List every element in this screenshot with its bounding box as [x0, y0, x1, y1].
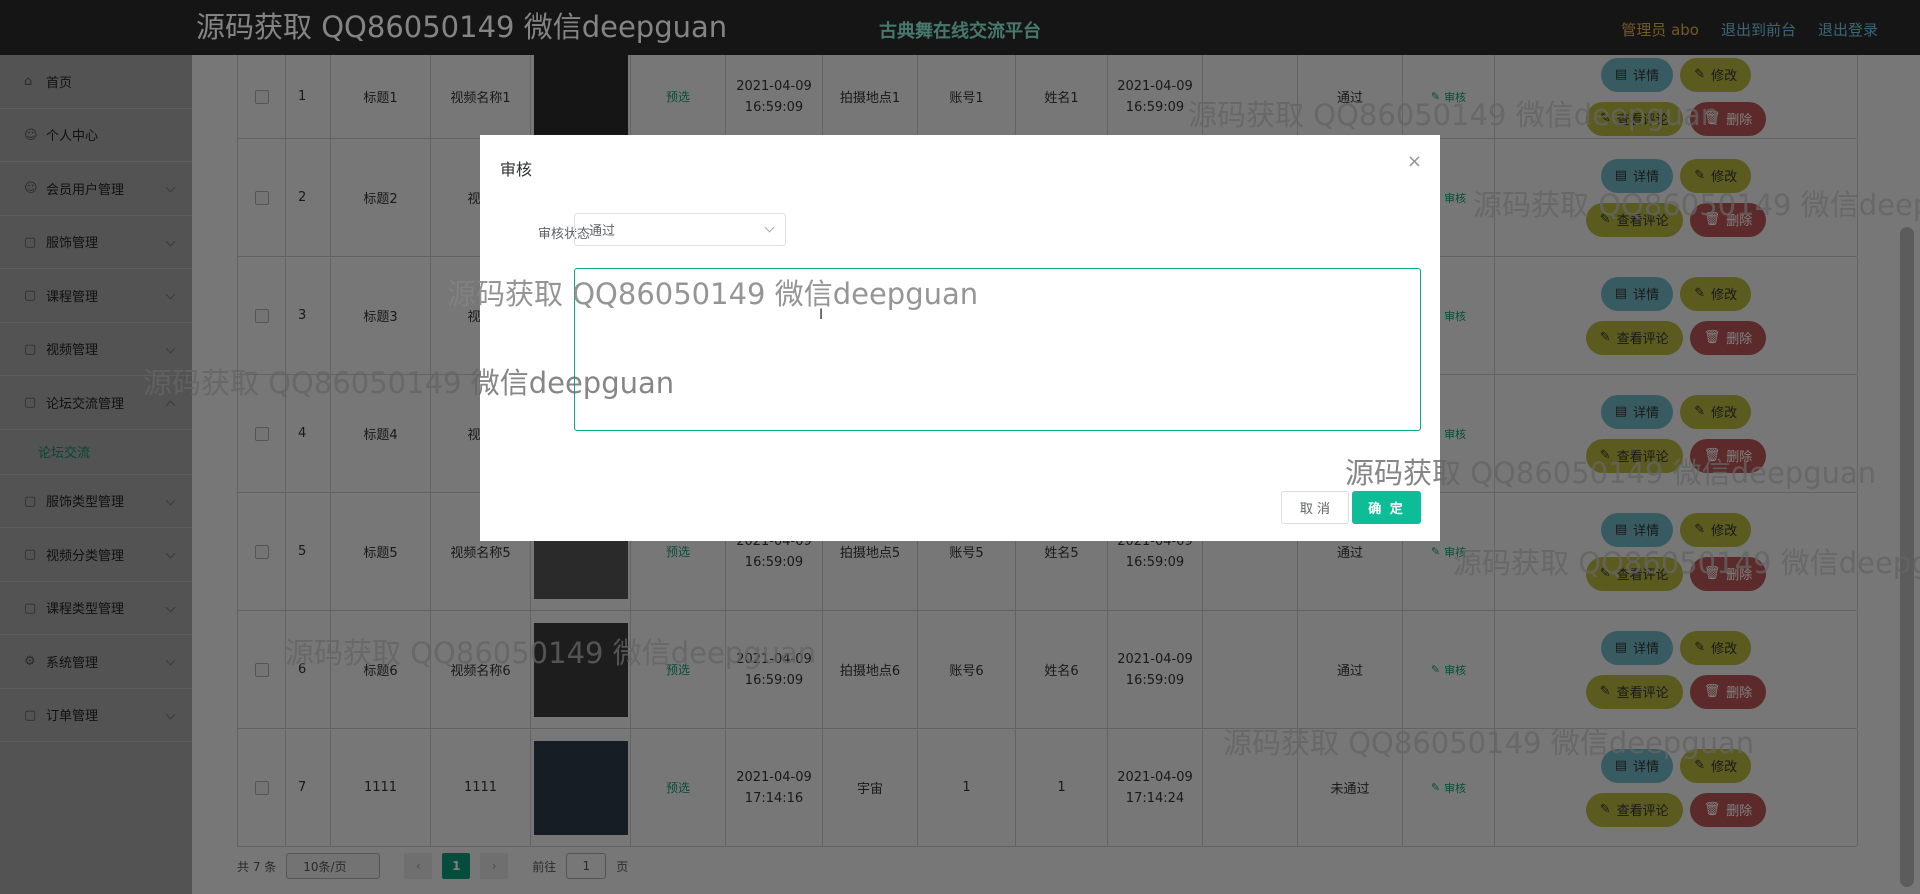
audit-status-select[interactable]: 通过	[574, 213, 786, 246]
dialog-title: 审核	[500, 160, 533, 179]
text-cursor-icon: I	[819, 307, 824, 323]
chevron-down-icon	[764, 222, 775, 233]
cancel-button[interactable]: 取 消	[1281, 491, 1349, 524]
audit-dialog: 审核 × 审核状态 通过 I 取 消 确 定	[480, 135, 1440, 541]
confirm-button[interactable]: 确 定	[1352, 491, 1421, 524]
audit-status-value: 通过	[589, 224, 616, 239]
audit-reply-textarea[interactable]	[574, 268, 1421, 431]
close-icon[interactable]: ×	[1407, 151, 1422, 172]
